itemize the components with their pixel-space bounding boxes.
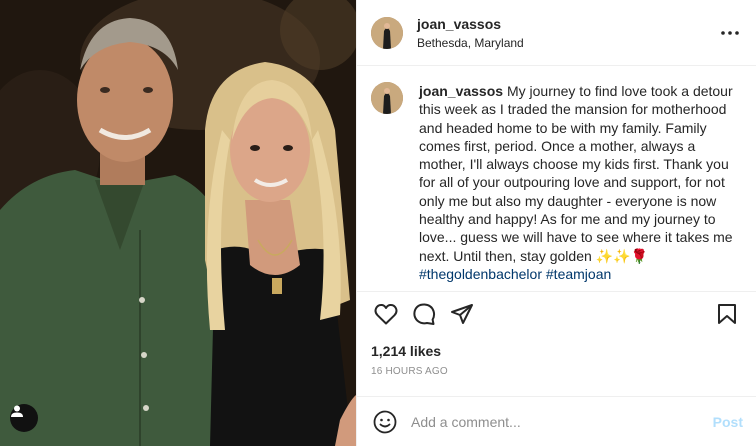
- avatar[interactable]: [371, 16, 403, 49]
- photo-illustration: [0, 0, 356, 446]
- post-details-panel: joan_vassos Bethesda, Maryland joan_vass…: [356, 0, 756, 446]
- comment-button[interactable]: [407, 297, 441, 331]
- emoji-icon: [373, 410, 397, 433]
- header-username[interactable]: joan_vassos: [417, 15, 718, 33]
- post-timestamp[interactable]: 16 HOURS AGO: [357, 366, 756, 378]
- bookmark-icon: [718, 304, 736, 324]
- avatar-image: [371, 82, 403, 114]
- post-header: joan_vassos Bethesda, Maryland: [357, 0, 756, 66]
- more-horizontal-icon: [721, 30, 739, 35]
- send-icon: [451, 304, 473, 324]
- tag-people-button[interactable]: [10, 404, 38, 432]
- caption-avatar[interactable]: [371, 82, 403, 114]
- comment-input[interactable]: [411, 413, 713, 430]
- share-button[interactable]: [445, 297, 479, 331]
- avatar-image: [371, 16, 403, 49]
- caption-text: joan_vassos My journey to find love took…: [419, 82, 739, 291]
- header-location[interactable]: Bethesda, Maryland: [417, 35, 718, 51]
- likes-count[interactable]: 1,214 likes: [357, 342, 756, 360]
- comment-bar: Post: [357, 396, 756, 446]
- post-comment-button[interactable]: Post: [713, 414, 743, 430]
- caption-section: joan_vassos My journey to find love took…: [357, 66, 756, 292]
- emoji-button[interactable]: [371, 408, 399, 436]
- user-tag-icon: [11, 405, 23, 417]
- action-bar: [357, 292, 756, 336]
- hashtag-link[interactable]: #thegoldenbachelor: [419, 266, 542, 282]
- hashtag-link[interactable]: #teamjoan: [546, 266, 611, 282]
- save-button[interactable]: [710, 297, 744, 331]
- caption-username[interactable]: joan_vassos: [419, 83, 503, 99]
- comment-icon: [413, 303, 436, 325]
- heart-icon: [374, 303, 398, 325]
- more-options-button[interactable]: [718, 21, 742, 45]
- post-photo[interactable]: [0, 0, 356, 446]
- like-button[interactable]: [369, 297, 403, 331]
- caption-body: My journey to find love took a detour th…: [419, 83, 733, 264]
